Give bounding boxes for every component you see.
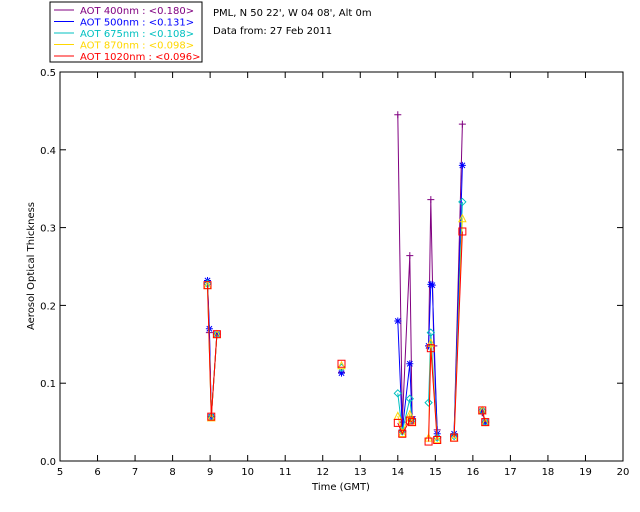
legend-entry: AOT 870nm : <0.098> [80,41,194,52]
x-tick-label: 13 [354,467,367,478]
data-point [337,360,346,370]
legend-entry: AOT 675nm : <0.108> [80,29,194,40]
x-axis-label: Time (GMT) [311,482,370,493]
y-tick-label: 0.1 [40,379,56,390]
data-point [394,317,402,325]
x-tick-label: 5 [57,467,63,478]
y-tick-label: 0.4 [40,146,56,157]
legend: AOT 400nm : <0.180>AOT 500nm : <0.131>AO… [49,1,203,63]
data-point [458,161,466,169]
x-tick-label: 10 [241,467,254,478]
x-tick-label: 15 [429,467,442,478]
data-point [428,281,436,289]
legend-entry: AOT 500nm : <0.131> [80,18,194,29]
x-tick-label: 11 [279,467,292,478]
y-tick-label: 0.5 [40,68,56,79]
x-tick-label: 6 [94,467,100,478]
data-point [427,196,435,204]
y-tick-label: 0.3 [40,224,56,235]
series-0 [204,111,489,438]
plot-area [59,71,624,462]
data-point [394,111,402,119]
legend-entry: AOT 400nm : <0.180> [80,6,194,17]
aot-chart: AOT 400nm : <0.180>AOT 500nm : <0.131>AO… [26,1,629,493]
y-tick-label: 0.0 [40,457,56,468]
data-point [205,325,213,333]
data-point [406,360,414,368]
x-tick-label: 18 [542,467,555,478]
x-tick-label: 17 [504,467,517,478]
location-info: PML, N 50 22', W 04 08', Alt 0m [213,8,372,19]
y-axis-label: Aerosol Optical Thickness [26,202,37,330]
axes: 5 6 7 8 9 10 11 12 13 14 15 16 17 18 19 20 0.0 0.1 0.2 0.3 0… [40,68,629,478]
x-tick-label: 16 [466,467,479,478]
series-3 [203,213,490,444]
y-tick-label: 0.2 [40,301,56,312]
plot-series [203,111,490,446]
x-tick-label: 9 [207,467,213,478]
x-tick-label: 8 [169,467,175,478]
x-tick-label: 14 [391,467,404,478]
x-tick-label: 19 [579,467,592,478]
series-1 [204,161,489,438]
data-point [458,120,466,128]
date-info: Data from: 27 Feb 2011 [213,26,332,37]
series-4 [203,227,490,446]
data-point [406,252,414,260]
x-tick-label: 20 [617,467,630,478]
series-2 [203,197,490,442]
x-tick-label: 7 [132,467,138,478]
legend-entry: AOT 1020nm : <0.096> [80,52,200,63]
x-tick-label: 12 [316,467,329,478]
